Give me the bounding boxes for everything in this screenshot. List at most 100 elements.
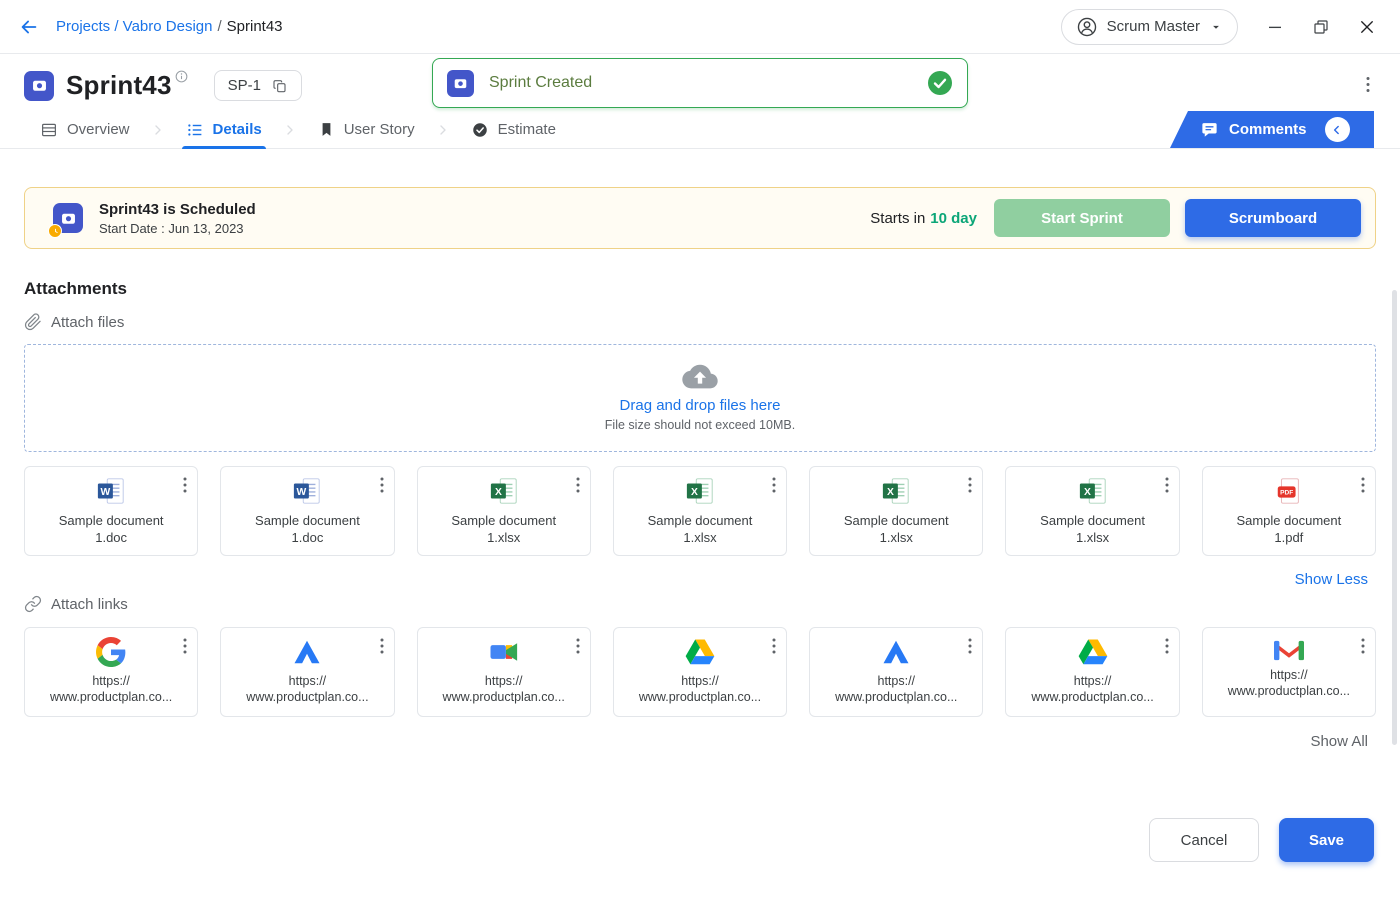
banner-logo — [53, 203, 83, 233]
kebab-icon — [1366, 76, 1370, 93]
triangle-logo-icon — [292, 637, 322, 667]
restore-button[interactable] — [1310, 16, 1332, 38]
link-card[interactable]: https:// www.productplan.co... — [24, 627, 198, 717]
save-button[interactable]: Save — [1279, 818, 1374, 862]
copy-button[interactable] — [272, 78, 288, 94]
link-menu-button[interactable] — [374, 634, 390, 661]
info-icon[interactable] — [175, 70, 188, 86]
attach-links-row: Attach links — [24, 595, 1376, 613]
show-less-link[interactable]: Show Less — [26, 570, 1374, 589]
collapse-panel-icon[interactable] — [1325, 117, 1350, 142]
file-menu-button[interactable] — [177, 473, 193, 500]
minimize-button[interactable] — [1264, 16, 1286, 38]
link-cards: https:// www.productplan.co... https:// … — [24, 627, 1376, 717]
comments-tab[interactable]: Comments — [1170, 111, 1374, 148]
scrumboard-button[interactable]: Scrumboard — [1185, 199, 1361, 237]
sprint-schedule-banner: Sprint43 is Scheduled Start Date : Jun 1… — [24, 187, 1376, 249]
copy-icon — [272, 78, 288, 94]
kebab-icon — [772, 638, 776, 654]
tab-label: User Story — [344, 121, 415, 138]
chevron-right-icon — [150, 122, 166, 138]
link-card[interactable]: https:// www.productplan.co... — [1202, 627, 1376, 717]
show-all-link[interactable]: Show All — [26, 732, 1374, 751]
tab-details[interactable]: Details — [182, 111, 266, 148]
kebab-icon — [380, 638, 384, 654]
link-card[interactable]: https:// www.productplan.co... — [1005, 627, 1179, 717]
link-url: https:// www.productplan.co... — [443, 673, 565, 706]
starts-in-value: 10 day — [930, 210, 977, 227]
link-url: https:// www.productplan.co... — [1228, 667, 1350, 700]
user-menu-button[interactable]: Scrum Master — [1061, 9, 1238, 45]
chat-icon — [1200, 120, 1219, 139]
page-menu-button[interactable] — [1360, 72, 1376, 100]
link-menu-button[interactable] — [766, 634, 782, 661]
word-file-icon — [95, 476, 127, 506]
file-menu-button[interactable] — [962, 473, 978, 500]
starts-in-label: Starts in — [870, 210, 925, 227]
file-menu-button[interactable] — [766, 473, 782, 500]
page-title: Sprint43 — [66, 70, 172, 101]
link-menu-button[interactable] — [1159, 634, 1175, 661]
tab-estimate[interactable]: Estimate — [467, 111, 560, 148]
breadcrumb-separator: / — [217, 18, 221, 35]
link-menu-button[interactable] — [177, 634, 193, 661]
link-url: https:// www.productplan.co... — [639, 673, 761, 706]
tabbar: Overview Details User Story Estimate — [0, 111, 1400, 149]
google-meet-icon — [489, 637, 519, 667]
link-card[interactable]: https:// www.productplan.co... — [220, 627, 394, 717]
breadcrumb-links[interactable]: Projects / Vabro Design — [56, 18, 212, 35]
minimize-icon — [1266, 18, 1284, 36]
file-name: Sample document 1.xlsx — [1040, 513, 1145, 547]
kebab-icon — [968, 638, 972, 654]
file-card[interactable]: Sample document 1.doc — [220, 466, 394, 556]
file-menu-button[interactable] — [1355, 473, 1371, 500]
kebab-icon — [183, 638, 187, 654]
kebab-icon — [380, 477, 384, 493]
close-button[interactable] — [1356, 16, 1378, 38]
tab-label: Overview — [67, 121, 130, 138]
check-circle-icon — [471, 121, 489, 139]
link-card[interactable]: https:// www.productplan.co... — [417, 627, 591, 717]
google-logo-icon — [96, 637, 126, 667]
tab-user-story[interactable]: User Story — [314, 111, 419, 148]
link-url: https:// www.productplan.co... — [50, 673, 172, 706]
google-drive-icon — [1078, 637, 1108, 667]
file-cards: Sample document 1.doc Sample document 1.… — [24, 466, 1376, 556]
footer-actions: Cancel Save — [1149, 818, 1374, 862]
link-menu-button[interactable] — [570, 634, 586, 661]
file-menu-button[interactable] — [1159, 473, 1175, 500]
caret-down-icon — [1209, 20, 1223, 34]
file-dropzone[interactable]: Drag and drop files here File size shoul… — [24, 344, 1376, 452]
close-icon — [1358, 18, 1376, 36]
cancel-button[interactable]: Cancel — [1149, 818, 1259, 862]
back-button[interactable] — [16, 14, 42, 40]
file-card[interactable]: Sample document 1.xlsx — [1005, 466, 1179, 556]
scrollbar-thumb[interactable] — [1392, 290, 1397, 745]
topbar: Projects / Vabro Design / Sprint43 Scrum… — [0, 0, 1400, 54]
user-menu-label: Scrum Master — [1107, 18, 1200, 35]
file-card[interactable]: Sample document 1.pdf — [1202, 466, 1376, 556]
banner-title: Sprint43 is Scheduled — [99, 201, 256, 218]
start-sprint-button[interactable]: Start Sprint — [994, 199, 1170, 237]
link-card[interactable]: https:// www.productplan.co... — [613, 627, 787, 717]
check-circle-icon — [927, 70, 953, 96]
file-name: Sample document 1.pdf — [1236, 513, 1341, 547]
link-menu-button[interactable] — [1355, 634, 1371, 661]
tab-overview[interactable]: Overview — [36, 111, 134, 148]
file-name: Sample document 1.xlsx — [451, 513, 556, 547]
dropzone-title: Drag and drop files here — [620, 397, 781, 414]
kebab-icon — [1361, 638, 1365, 654]
file-card[interactable]: Sample document 1.xlsx — [809, 466, 983, 556]
link-menu-button[interactable] — [962, 634, 978, 661]
google-drive-icon — [685, 637, 715, 667]
vabro-logo-icon — [24, 71, 54, 101]
file-card[interactable]: Sample document 1.xlsx — [613, 466, 787, 556]
file-card[interactable]: Sample document 1.xlsx — [417, 466, 591, 556]
file-menu-button[interactable] — [374, 473, 390, 500]
file-menu-button[interactable] — [570, 473, 586, 500]
restore-icon — [1312, 18, 1330, 36]
kebab-icon — [576, 638, 580, 654]
link-card[interactable]: https:// www.productplan.co... — [809, 627, 983, 717]
toast-message: Sprint Created — [489, 74, 912, 92]
file-card[interactable]: Sample document 1.doc — [24, 466, 198, 556]
